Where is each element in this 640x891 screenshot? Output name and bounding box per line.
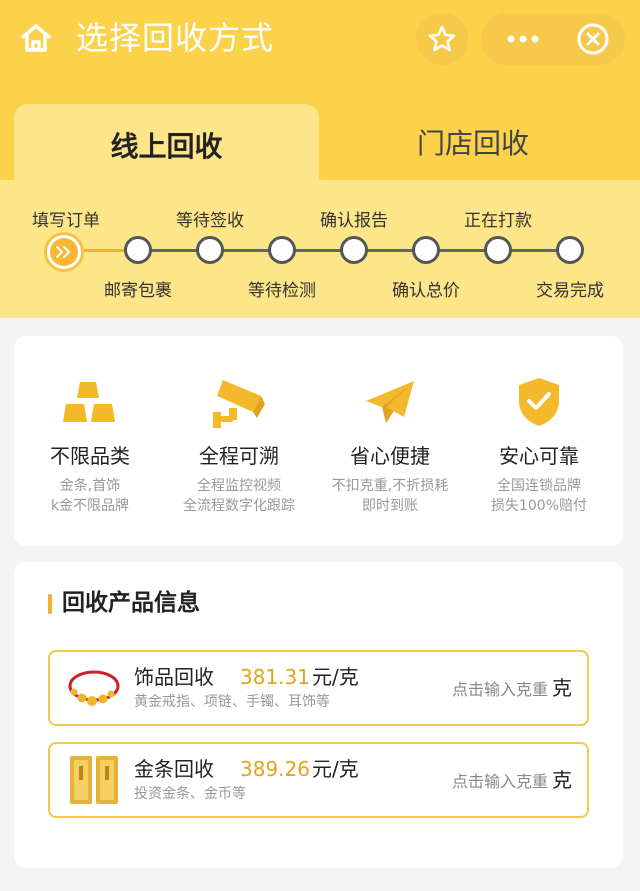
product-name: 饰品回收 <box>134 665 214 689</box>
step-connector <box>84 249 124 252</box>
step-8 <box>556 236 584 264</box>
step-label: 确认报告 <box>320 211 388 231</box>
features-card: 不限品类 金条,首饰 k金不限品牌 全程可溯 全程监控视频 全流程数字化跟踪 省心便… <box>14 336 623 546</box>
gold-bars-icon <box>60 372 120 432</box>
weight-unit: 克 <box>552 768 572 792</box>
feature-title: 省心便捷 <box>350 444 430 468</box>
section-title: 回收产品信息 <box>62 590 200 616</box>
feature-item: 安心可靠 全国连锁品牌 损失100%赔付 <box>464 372 614 516</box>
price-unit: 元/克 <box>312 757 359 781</box>
step-label: 正在打款 <box>464 211 532 231</box>
feature-desc: 全国连锁品牌 损失100%赔付 <box>490 478 588 514</box>
step-3 <box>196 236 224 264</box>
product-info-card: 回收产品信息 饰品回收 381.31 元/克 黄金戒指、项链、手镯、耳饰等 克 … <box>14 562 623 868</box>
feature-title: 不限品类 <box>50 444 130 468</box>
feature-title: 全程可溯 <box>199 444 279 468</box>
feature-desc: 不扣克重,不折损耗 即时到账 <box>331 478 449 514</box>
order-progress-steps: 填写订单 邮寄包裹 等待签收 等待检测 确认报告 确认总价 正在打款 交易完成 <box>0 190 640 318</box>
star-icon <box>428 25 456 52</box>
product-row-jewelry[interactable]: 饰品回收 381.31 元/克 黄金戒指、项链、手镯、耳饰等 克 <box>48 650 589 726</box>
feature-title: 安心可靠 <box>499 444 579 468</box>
product-name: 金条回收 <box>134 757 214 781</box>
section-accent-bar <box>48 594 52 614</box>
double-chevron-right-icon <box>56 246 70 258</box>
product-desc: 黄金戒指、项链、手镯、耳饰等 <box>134 694 330 710</box>
close-button[interactable] <box>567 13 619 65</box>
camera-icon <box>209 372 269 432</box>
weight-input[interactable] <box>438 676 548 702</box>
step-1-current <box>44 232 84 272</box>
step-label: 等待检测 <box>248 281 316 301</box>
close-icon <box>577 23 609 55</box>
gold-bar-image <box>64 756 124 804</box>
step-label: 等待签收 <box>176 211 244 231</box>
home-icon[interactable] <box>18 20 54 56</box>
step-label: 邮寄包裹 <box>104 281 172 301</box>
more-button[interactable] <box>495 13 551 65</box>
step-label: 交易完成 <box>536 281 604 301</box>
more-icon <box>507 35 539 43</box>
feature-desc: 金条,首饰 k金不限品牌 <box>50 478 130 514</box>
feature-item: 省心便捷 不扣克重,不折损耗 即时到账 <box>315 372 465 516</box>
price-unit: 元/克 <box>312 665 359 689</box>
page-title: 选择回收方式 <box>76 19 275 57</box>
step-5 <box>340 236 368 264</box>
product-price: 389.26 <box>240 757 310 781</box>
favorite-button[interactable] <box>416 13 468 65</box>
paper-plane-icon <box>360 372 420 432</box>
product-price: 381.31 <box>240 665 310 689</box>
feature-desc: 全程监控视频 全流程数字化跟踪 <box>183 478 295 514</box>
step-2 <box>124 236 152 264</box>
mini-program-capsule <box>481 13 625 65</box>
bracelet-image <box>64 664 124 712</box>
step-7 <box>484 236 512 264</box>
step-6 <box>412 236 440 264</box>
step-label: 填写订单 <box>32 211 100 231</box>
tab-store-recycle[interactable]: 门店回收 <box>320 104 626 180</box>
tab-online-recycle[interactable]: 线上回收 <box>14 104 319 186</box>
weight-unit: 克 <box>552 676 572 700</box>
weight-input[interactable] <box>438 768 548 794</box>
feature-item: 不限品类 金条,首饰 k金不限品牌 <box>15 372 165 516</box>
product-desc: 投资金条、金币等 <box>134 786 246 802</box>
step-4 <box>268 236 296 264</box>
feature-item: 全程可溯 全程监控视频 全流程数字化跟踪 <box>164 372 314 516</box>
header: 选择回收方式 <box>0 0 640 80</box>
product-row-gold-bar[interactable]: 金条回收 389.26 元/克 投资金条、金币等 克 <box>48 742 589 818</box>
step-label: 确认总价 <box>392 281 460 301</box>
shield-check-icon <box>509 372 569 432</box>
